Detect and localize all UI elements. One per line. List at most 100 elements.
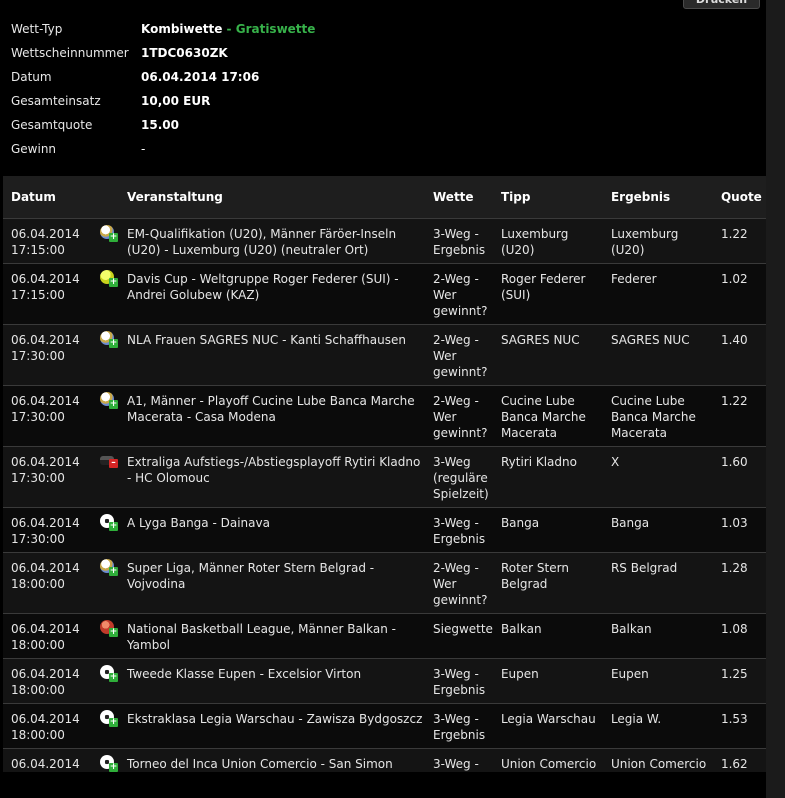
date-cell: 06.04.2014 17:15:00 (3, 263, 94, 325)
bet-time: 17:30:00 (11, 349, 65, 363)
wett-typ-label: Wett-Typ (11, 22, 63, 36)
bet-time: 18:00:00 (11, 577, 65, 591)
date-cell: 06.04.2014 17:30:00 (3, 446, 94, 508)
table-row: 06.04.2014 18:00:00 + National Basketball L… (3, 613, 766, 659)
event-cell: Davis Cup - Weltgruppe Roger Federer (SU… (119, 263, 425, 325)
quote-cell: 1.03 (712, 507, 766, 553)
ice-hockey-puck-icon: – (100, 456, 118, 468)
bet-time: 18:00:00 (11, 728, 65, 742)
bet-time: 17:15:00 (11, 288, 65, 302)
scrollbar-track[interactable] (766, 0, 785, 798)
lost-badge-icon: – (109, 459, 118, 468)
bet-time: 17:30:00 (11, 532, 65, 546)
wett-typ-value: Kombiwette - Gratiswette (141, 22, 315, 46)
bet-time: 18:00:00 (11, 683, 65, 697)
ergebnis-cell: Eupen (602, 658, 713, 704)
schein-label: Wettscheinnummer (11, 46, 129, 60)
bet-time: 17:30:00 (11, 410, 65, 424)
table-row: 06.04.2014 17:30:00 + NLA Frauen SAGRES NUC… (3, 324, 766, 386)
event-cell: EM-Qualifikation (U20), Männer Färöer-In… (119, 218, 425, 264)
header-icon (94, 176, 119, 219)
ergebnis-cell: RS Belgrad (602, 552, 713, 614)
tipp-cell: Rytiri Kladno (492, 446, 603, 508)
bet-date: 06.04.2014 (11, 712, 80, 726)
wette-cell: 2-Weg - Wer gewinnt? (425, 385, 493, 447)
volleyball-icon: + (100, 559, 118, 576)
sport-cell: + (94, 507, 119, 553)
tennis-ball-icon: + (100, 270, 118, 287)
sport-cell: + (94, 324, 119, 386)
bet-date: 06.04.2014 (11, 394, 80, 408)
tipp-cell: Legia Warschau (492, 703, 603, 749)
summary-row-quote: Gesamtquote 15.00 (11, 118, 315, 142)
wette-cell: 3-Weg - Ergebnis (425, 218, 493, 264)
soccer-ball-icon: + (100, 514, 118, 531)
sport-cell: – (94, 446, 119, 508)
ergebnis-cell: Balkan (602, 613, 713, 659)
tipp-cell: Roter Stern Belgrad (492, 552, 603, 614)
quote-cell: 1.25 (712, 658, 766, 704)
bet-time: 17:15:00 (11, 243, 65, 257)
wette-cell: 3-Weg (reguläre Spielzeit) (425, 446, 493, 508)
bet-date: 06.04.2014 (11, 757, 80, 771)
wette-cell: 2-Weg - Wer gewinnt? (425, 263, 493, 325)
bet-date: 06.04.2014 (11, 561, 80, 575)
bet-date: 06.04.2014 (11, 227, 80, 241)
table-row: 06.04.2014 17:30:00 + A Lyga Banga - Dainav… (3, 507, 766, 553)
quote-cell: 1.28 (712, 552, 766, 614)
won-badge-icon: + (109, 277, 118, 287)
sport-cell: + (94, 552, 119, 614)
header-quote: Quote (712, 176, 766, 219)
bet-date: 06.04.2014 (11, 622, 80, 636)
date-cell: 06.04.2014 18:00:00 (3, 552, 94, 614)
event-cell: NLA Frauen SAGRES NUC - Kanti Schaffhaus… (119, 324, 425, 386)
bet-date: 06.04.2014 (11, 516, 80, 530)
bet-date: 06.04.2014 (11, 455, 80, 469)
sport-cell: + (94, 658, 119, 704)
ergebnis-cell: Cucine Lube Banca Marche Macerata (602, 385, 713, 447)
bet-date: 06.04.2014 (11, 667, 80, 681)
tipp-cell: Roger Federer (SUI) (492, 263, 603, 325)
tipp-cell: SAGRES NUC (492, 324, 603, 386)
soccer-ball-icon: + (100, 710, 118, 727)
header-tipp: Tipp (492, 176, 603, 219)
event-cell: National Basketball League, Männer Balka… (119, 613, 425, 659)
date-cell: 06.04.2014 17:30:00 (3, 507, 94, 553)
sport-cell: + (94, 385, 119, 447)
table-row: 06.04.2014 17:30:00 + A1, Männer - Playoff … (3, 385, 766, 447)
summary-row-gewinn: Gewinn - (11, 142, 315, 166)
print-button[interactable]: Drucken (683, 0, 760, 9)
datum-label: Datum (11, 70, 52, 84)
ergebnis-cell: X (602, 446, 713, 508)
won-badge-icon: + (109, 399, 118, 409)
won-badge-icon: + (109, 566, 118, 576)
basketball-icon: + (100, 620, 118, 637)
bet-slip-panel: Drucken Wett-Typ Kombiwette - Gratiswett… (0, 0, 766, 798)
bet-date: 06.04.2014 (11, 272, 80, 286)
ergebnis-cell: Legia W. (602, 703, 713, 749)
wett-typ-text: Kombiwette (141, 22, 223, 36)
sport-cell: + (94, 613, 119, 659)
einsatz-label: Gesamteinsatz (11, 94, 101, 108)
bet-date: 06.04.2014 (11, 333, 80, 347)
quote-cell: 1.60 (712, 446, 766, 508)
won-badge-icon: + (109, 521, 118, 531)
won-badge-icon: + (109, 232, 118, 242)
event-cell: Ekstraklasa Legia Warschau - Zawisza Byd… (119, 703, 425, 749)
tipp-cell: Cucine Lube Banca Marche Macerata (492, 385, 603, 447)
quote-cell: 1.22 (712, 385, 766, 447)
quote-cell: 1.08 (712, 613, 766, 659)
wette-cell: 3-Weg - Ergebnis (425, 507, 493, 553)
header-veranstaltung: Veranstaltung (119, 176, 425, 219)
quote-label: Gesamtquote (11, 118, 93, 132)
won-badge-icon: + (109, 672, 118, 682)
ergebnis-cell: Federer (602, 263, 713, 325)
table-row: 06.04.2014 18:00:00 + Super Liga, Männer Ro… (3, 552, 766, 614)
wette-cell: 2-Weg - Wer gewinnt? (425, 324, 493, 386)
won-badge-icon: + (109, 762, 118, 772)
wette-cell: 3-Weg - Ergebnis (425, 658, 493, 704)
won-badge-icon: + (109, 627, 118, 637)
quote-cell: 1.40 (712, 324, 766, 386)
date-cell: 06.04.2014 17:30:00 (3, 385, 94, 447)
quote-cell: 1.22 (712, 218, 766, 264)
